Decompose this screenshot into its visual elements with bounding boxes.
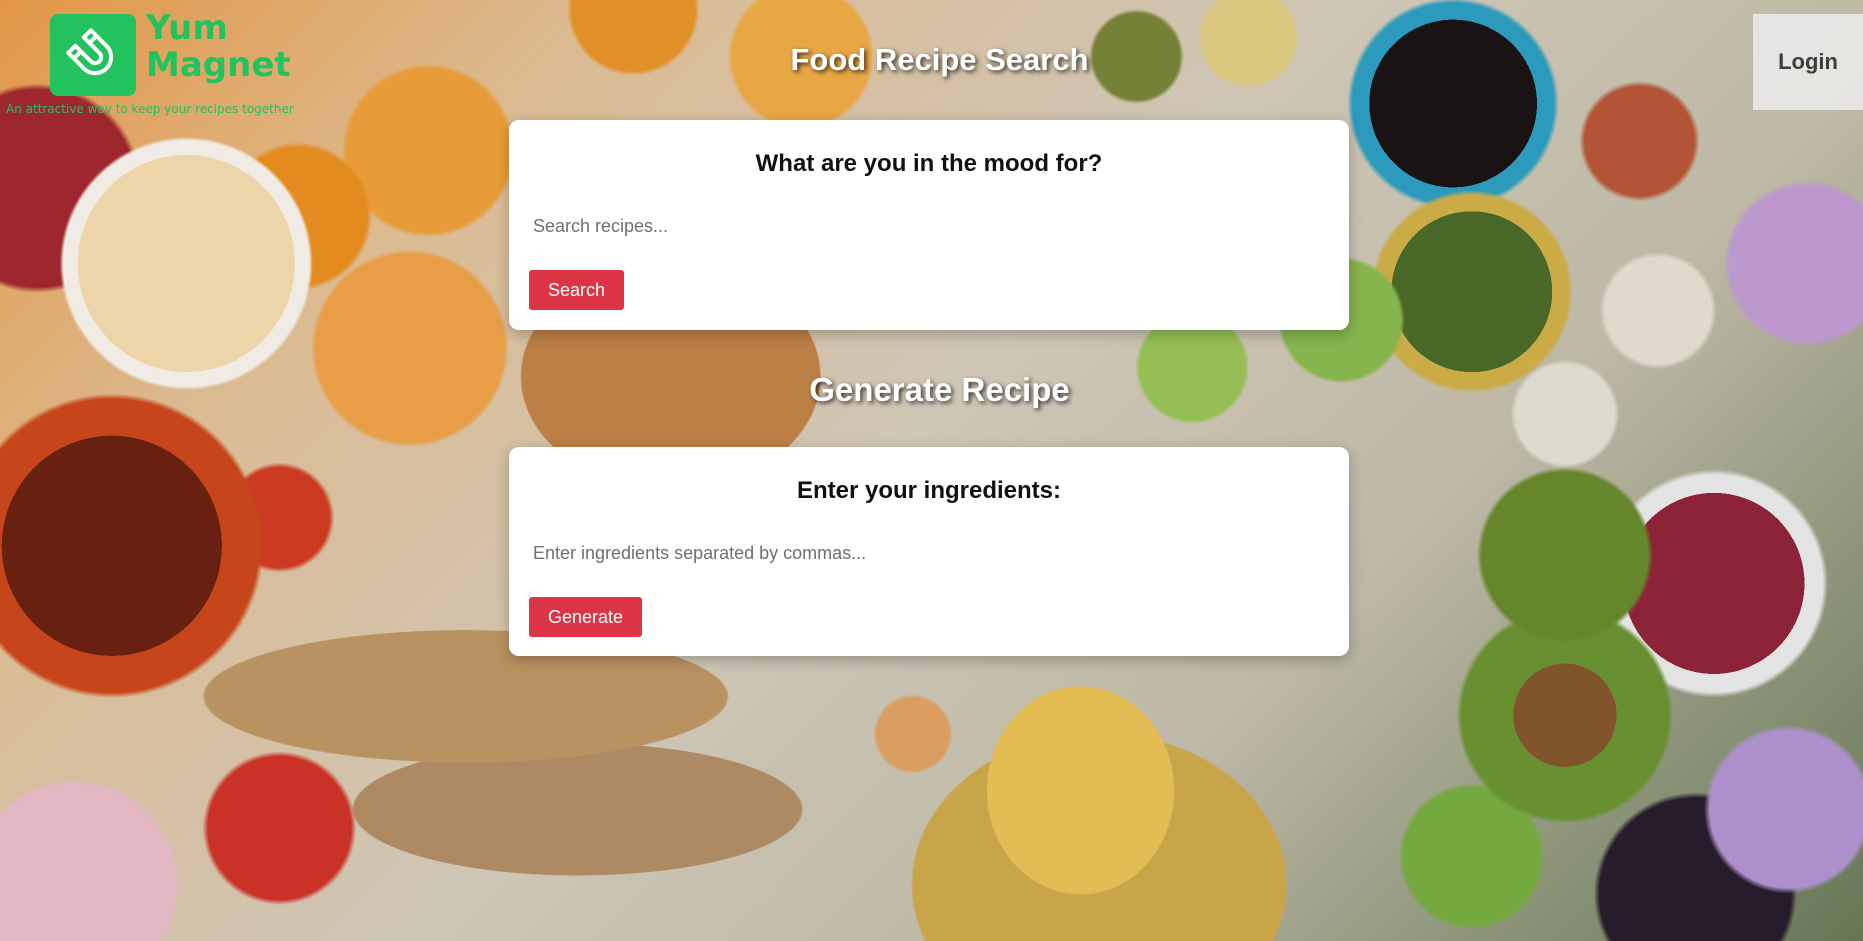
search-section-title: Food Recipe Search <box>790 42 1089 77</box>
search-card: What are you in the mood for? Search <box>509 120 1349 330</box>
generate-section-title: Generate Recipe <box>809 371 1070 408</box>
page: Yum Magnet An attractive way to keep you… <box>0 0 1863 941</box>
generate-button[interactable]: Generate <box>529 597 643 637</box>
generate-card: Enter your ingredients: Generate <box>509 447 1349 656</box>
search-button[interactable]: Search <box>529 270 625 310</box>
ingredients-input[interactable] <box>529 533 1317 573</box>
search-card-heading: What are you in the mood for? <box>755 150 1103 177</box>
brand-tagline: An attractive way to keep your recipes t… <box>6 102 294 116</box>
search-input[interactable] <box>529 206 1317 246</box>
generate-card-heading: Enter your ingredients: <box>796 477 1062 504</box>
